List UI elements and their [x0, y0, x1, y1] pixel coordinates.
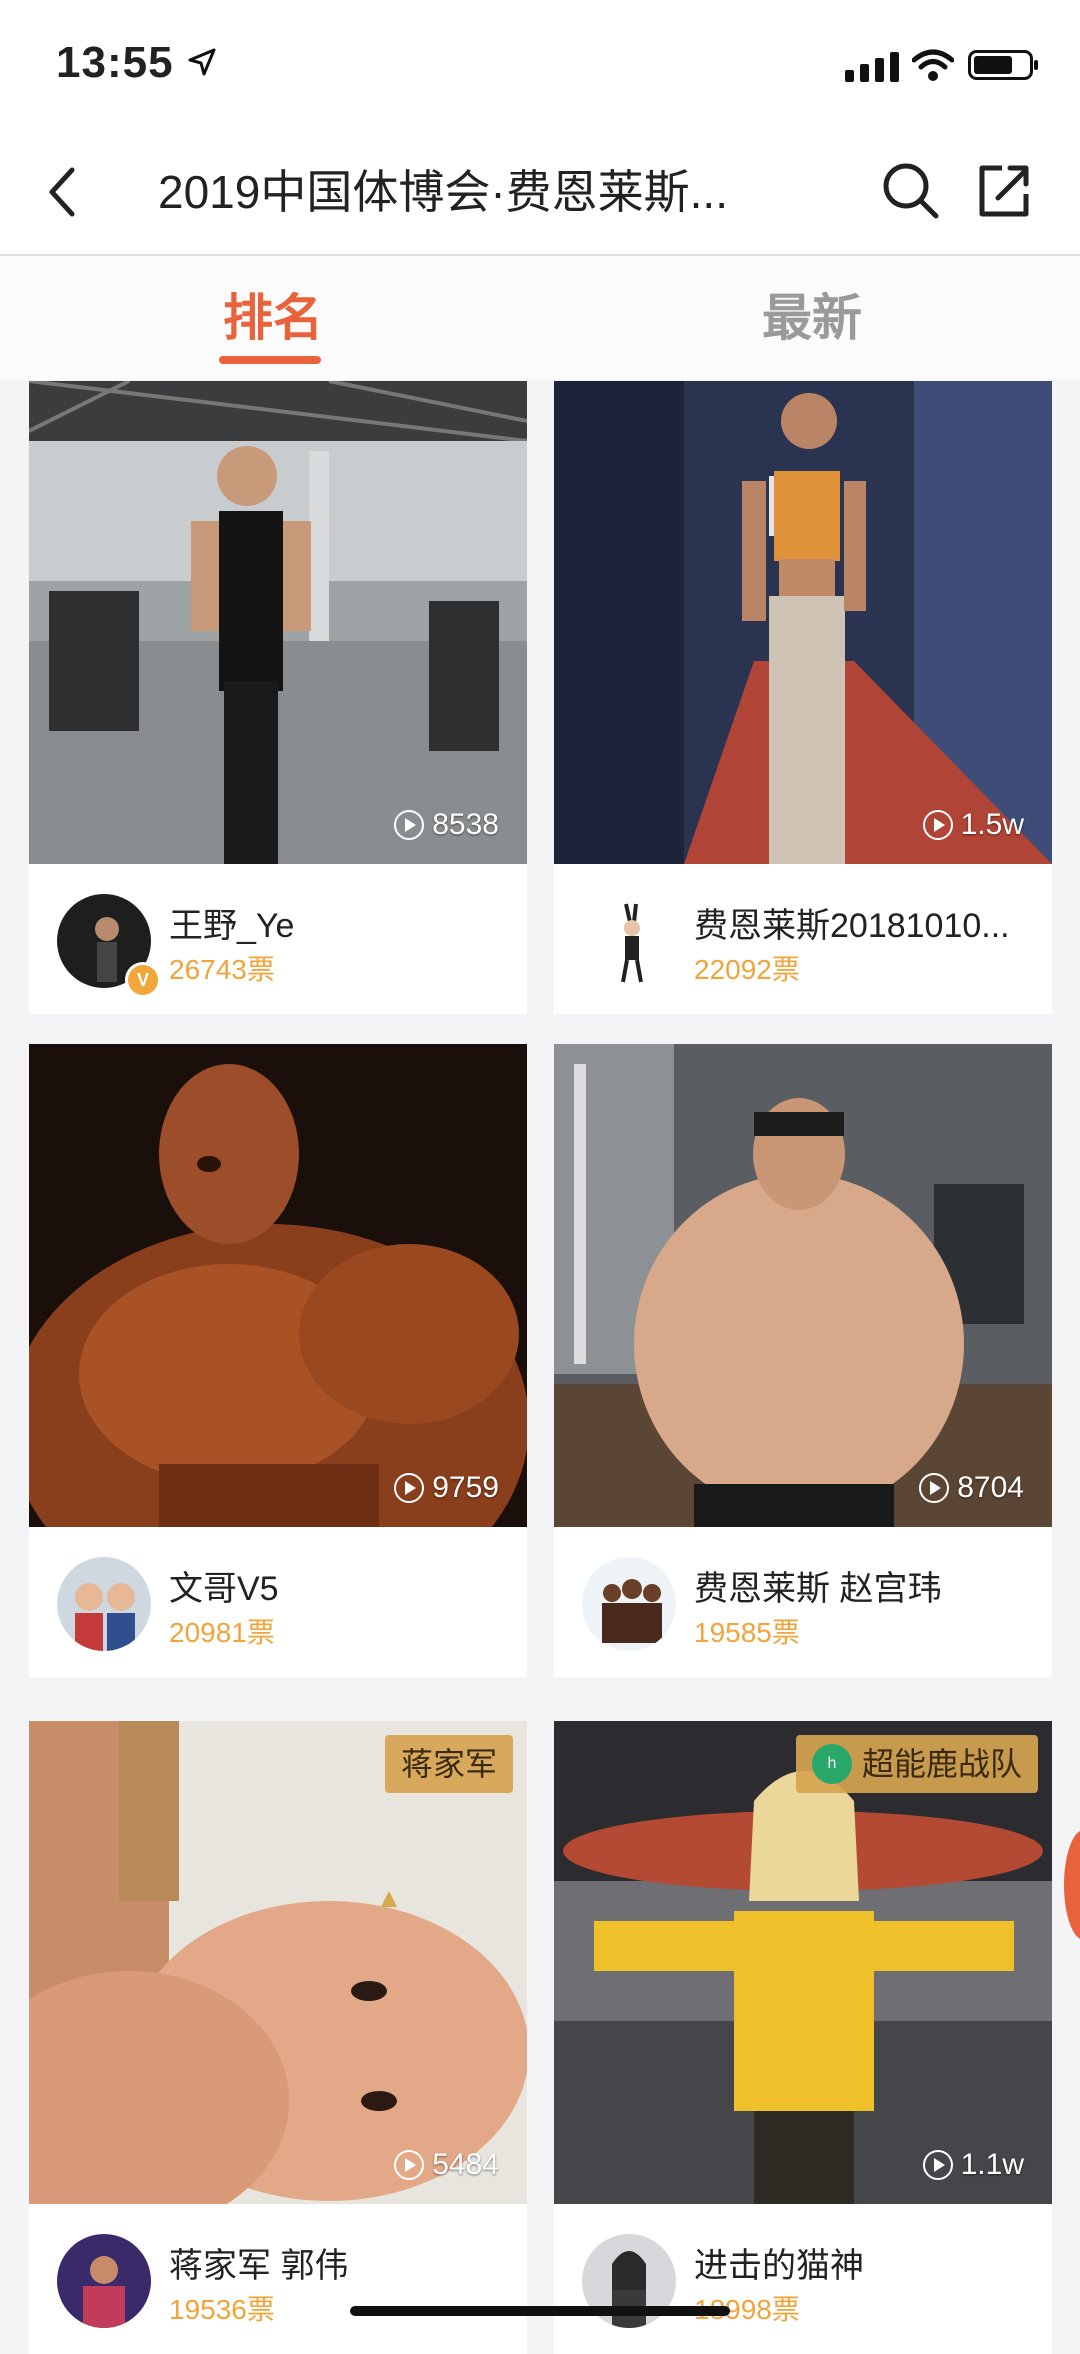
avatar[interactable]: [582, 894, 676, 988]
entry-card[interactable]: 蒋家军 5484 蒋家军 郭伟 19536票: [29, 1721, 527, 2354]
play-icon: [394, 810, 425, 840]
video-thumbnail[interactable]: 1.5w: [554, 381, 1052, 864]
vote-count: 22092票: [694, 954, 800, 985]
wifi-icon: [912, 49, 954, 81]
battery-icon: [968, 50, 1038, 80]
play-icon: [922, 810, 953, 840]
nav-bar: 2019中国体博会·费恩莱斯...: [0, 130, 1080, 256]
view-count: 8704: [919, 1471, 1024, 1505]
video-thumbnail[interactable]: 蒋家军 5484: [29, 1721, 527, 2204]
team-badge: 蒋家军: [384, 1735, 513, 1793]
tab-latest[interactable]: 最新: [762, 278, 862, 350]
entry-card[interactable]: 1.5w 费恩莱斯20181010... 22092票: [554, 381, 1052, 1014]
play-icon: [919, 1473, 950, 1503]
view-count: 1.5w: [922, 808, 1024, 842]
tab-active-indicator: [219, 356, 321, 364]
share-icon[interactable]: [974, 158, 1034, 222]
search-icon[interactable]: [878, 158, 942, 222]
entry-card[interactable]: 8538 V 王野_Ye 26743票: [29, 381, 527, 1014]
back-chevron-icon[interactable]: [38, 160, 88, 224]
vote-count: 26743票: [169, 954, 275, 985]
play-icon: [922, 2150, 953, 2180]
entry-card[interactable]: h 超能鹿战队 1.1w 进击的猫神 18998票: [554, 1721, 1052, 2354]
user-name[interactable]: 进击的猫神: [694, 2238, 1034, 2287]
user-name[interactable]: 蒋家军 郭伟: [169, 2238, 509, 2287]
team-badge: h 超能鹿战队: [795, 1735, 1038, 1793]
avatar[interactable]: [57, 1557, 151, 1651]
verified-badge-icon: V: [125, 962, 161, 998]
tab-bar: 排名 最新: [0, 256, 1080, 380]
play-icon: [394, 2150, 425, 2180]
view-count: 9759: [394, 1471, 499, 1505]
vote-count: 20981票: [169, 1617, 275, 1648]
status-bar: 13:55: [0, 0, 1080, 130]
vote-count: 19585票: [694, 1617, 800, 1648]
user-name[interactable]: 费恩莱斯 赵宫玮: [694, 1561, 1034, 1610]
tab-ranking[interactable]: 排名: [223, 278, 323, 350]
user-name[interactable]: 文哥V5: [169, 1561, 509, 1610]
video-thumbnail[interactable]: 8538: [29, 381, 527, 864]
avatar[interactable]: [57, 2234, 151, 2328]
vote-count: 19536票: [169, 2294, 275, 2325]
entry-card[interactable]: 9759 文哥V5 20981票: [29, 1044, 527, 1677]
view-count: 8538: [394, 808, 499, 842]
floating-action-button[interactable]: [1064, 1830, 1080, 1940]
cellular-signal-icon: [845, 52, 899, 82]
avatar[interactable]: [582, 1557, 676, 1651]
home-indicator[interactable]: [350, 2306, 730, 2316]
user-name[interactable]: 王野_Ye: [169, 898, 509, 947]
view-count: 5484: [394, 2148, 499, 2182]
video-thumbnail[interactable]: 9759: [29, 1044, 527, 1527]
video-thumbnail[interactable]: h 超能鹿战队 1.1w: [554, 1721, 1052, 2204]
entry-card[interactable]: 8704 费恩莱斯 赵宫玮 19585票: [554, 1044, 1052, 1677]
video-thumbnail[interactable]: 8704: [554, 1044, 1052, 1527]
team-logo-icon: h: [811, 1744, 852, 1784]
location-arrow-icon: [188, 48, 216, 76]
view-count: 1.1w: [922, 2148, 1024, 2182]
status-time: 13:55: [56, 38, 174, 87]
play-icon: [394, 1473, 425, 1503]
user-name[interactable]: 费恩莱斯20181010...: [694, 898, 1034, 947]
page-title: 2019中国体博会·费恩莱斯...: [158, 166, 728, 218]
